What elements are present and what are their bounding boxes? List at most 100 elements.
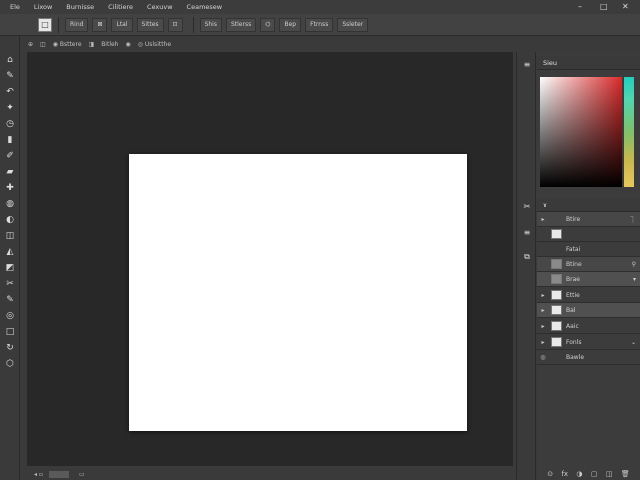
- option-button-4[interactable]: Sittes: [136, 17, 164, 32]
- move-tool-icon[interactable]: ⌂: [4, 54, 16, 66]
- layer-row[interactable]: ▸ Fonls ⌄: [537, 335, 640, 350]
- layer-row[interactable]: ▸ Btire ⏋: [537, 212, 640, 227]
- canvas-workspace[interactable]: [27, 52, 513, 466]
- tab-item-4[interactable]: ◨: [89, 41, 95, 48]
- option-button-9[interactable]: Bep: [279, 17, 302, 32]
- menu-item-5[interactable]: Cexuvw: [140, 3, 180, 11]
- layer-name: Fatai: [566, 245, 581, 253]
- option-button-8[interactable]: ⌬: [260, 17, 276, 32]
- layer-row-selected[interactable]: Brae ▾: [537, 272, 640, 287]
- blur-tool-icon[interactable]: ◩: [4, 262, 16, 274]
- adjustments-icon[interactable]: ✂: [522, 202, 532, 212]
- document-tab-row: ⊕ ◫ ◉ Bsttere ◨ Bitleh ◉ ◎ Uslsitthe: [24, 37, 514, 51]
- type-tool-icon[interactable]: ◎: [4, 310, 16, 322]
- menu-item-6[interactable]: Ceamesew: [180, 3, 230, 11]
- tab-item-6[interactable]: ◉: [125, 41, 130, 48]
- panel-icon-strip: ≡ ✂ ≡ ⧉: [516, 52, 536, 480]
- shape-tool-icon[interactable]: □: [4, 326, 16, 338]
- close-icon[interactable]: ✕: [622, 2, 629, 11]
- crop-tool-icon[interactable]: ◷: [4, 118, 16, 130]
- history-brush-tool-icon[interactable]: ◐: [4, 214, 16, 226]
- layer-thumbnail: [551, 305, 562, 315]
- option-button-2[interactable]: ⊠: [92, 17, 108, 32]
- layer-name: Brae: [566, 275, 580, 283]
- option-button-6[interactable]: Shis: [199, 17, 222, 32]
- tab-item-3[interactable]: ◉ Bsttere: [53, 41, 82, 48]
- option-button-1[interactable]: Rind: [65, 17, 89, 32]
- layer-row[interactable]: Fatai: [537, 242, 640, 257]
- gradient-tool-icon[interactable]: ◭: [4, 246, 16, 258]
- visibility-icon[interactable]: ▸: [539, 323, 547, 330]
- lock-icon: ⏋: [629, 216, 636, 224]
- color-panel-title: Sieu: [543, 58, 558, 67]
- properties-icon[interactable]: ≡: [522, 228, 532, 238]
- layer-row[interactable]: ▸ Bal: [537, 303, 640, 318]
- healing-tool-icon[interactable]: ▰: [4, 166, 16, 178]
- layer-name: Fonls: [566, 338, 582, 346]
- layer-thumbnail: [551, 244, 562, 254]
- layer-thumbnail: [551, 259, 562, 269]
- rotate-view-tool-icon[interactable]: ↻: [4, 342, 16, 354]
- option-button-7[interactable]: Stlerss: [225, 17, 257, 32]
- hue-slider[interactable]: [624, 77, 634, 187]
- add-mask-icon[interactable]: ▢: [591, 470, 598, 478]
- panel-menu-icon[interactable]: ≡: [522, 60, 532, 70]
- layer-style-icon[interactable]: fx: [561, 470, 568, 478]
- option-button-10[interactable]: Ftrnss: [305, 17, 334, 32]
- lasso-tool-icon[interactable]: ↶: [4, 86, 16, 98]
- maximize-icon[interactable]: □: [600, 2, 608, 11]
- visibility-icon[interactable]: ▸: [539, 292, 547, 299]
- layer-row[interactable]: [537, 227, 640, 242]
- marquee-tool-icon[interactable]: ✎: [4, 70, 16, 82]
- visibility-icon[interactable]: ◎: [539, 354, 547, 361]
- option-button-3[interactable]: Ltal: [111, 17, 133, 32]
- stamp-tool-icon[interactable]: ◍: [4, 198, 16, 210]
- visibility-icon[interactable]: ▸: [539, 216, 547, 223]
- zoom-field[interactable]: [49, 470, 69, 478]
- tab-item-5[interactable]: Bitleh: [101, 41, 118, 48]
- hand-tool-icon[interactable]: ⬡: [4, 358, 16, 370]
- right-panels: Sieu ɤ ▸ Btire ⏋ Fatai Btine ⚲ Brae ▾ ▸ …: [537, 52, 640, 480]
- brush-tool-icon[interactable]: ✚: [4, 182, 16, 194]
- eraser-tool-icon[interactable]: ◫: [4, 230, 16, 242]
- tool-preset-picker[interactable]: □: [38, 17, 52, 32]
- visibility-icon[interactable]: ▸: [539, 307, 547, 314]
- layer-row[interactable]: ▸ Ettie: [537, 288, 640, 303]
- new-layer-icon[interactable]: ◫: [606, 470, 613, 478]
- document-canvas[interactable]: [129, 154, 467, 431]
- layer-row[interactable]: ◎ Bawle: [537, 350, 640, 365]
- eyedropper-tool-icon[interactable]: ✐: [4, 150, 16, 162]
- tools-panel: ⌂ ✎ ↶ ✦ ◷ ▮ ✐ ▰ ✚ ◍ ◐ ◫ ◭ ◩ ✂ ✎ ◎ □ ↻ ⬡: [0, 36, 20, 480]
- minimize-icon[interactable]: –: [578, 2, 582, 11]
- layer-name: Aaic: [566, 322, 579, 330]
- layer-name: Btine: [566, 260, 582, 268]
- dodge-tool-icon[interactable]: ✂: [4, 278, 16, 290]
- lock-icon: ▾: [632, 275, 636, 283]
- layer-row[interactable]: Btine ⚲: [537, 257, 640, 272]
- divider: [192, 16, 194, 33]
- layer-thumbnail: [551, 274, 562, 284]
- link-layers-icon[interactable]: ⊙: [547, 470, 553, 478]
- layers-panel-footer: ⊙ fx ◑ ▢ ◫ 🗑: [537, 468, 640, 480]
- color-panel-header: Sieu: [537, 56, 640, 70]
- layer-row[interactable]: ▸ Aaic: [537, 319, 640, 334]
- magic-wand-tool-icon[interactable]: ✦: [4, 102, 16, 114]
- tab-item-7[interactable]: ◎ Uslsitthe: [138, 41, 171, 48]
- frame-tool-icon[interactable]: ▮: [4, 134, 16, 146]
- color-picker-field[interactable]: [540, 77, 622, 187]
- layers-icon[interactable]: ⧉: [522, 252, 532, 262]
- status-bar: ◂ ▫ ▭: [24, 468, 514, 480]
- menu-item-2[interactable]: Lixow: [27, 3, 59, 11]
- layer-thumbnail: [551, 321, 562, 331]
- menu-item-1[interactable]: Ele: [3, 3, 27, 11]
- trash-icon[interactable]: 🗑: [621, 470, 630, 478]
- tab-item-2[interactable]: ◫: [40, 41, 46, 48]
- menu-item-3[interactable]: Burnisse: [59, 3, 101, 11]
- tab-item-1[interactable]: ⊕: [28, 41, 33, 48]
- visibility-icon[interactable]: ▸: [539, 339, 547, 346]
- menu-item-4[interactable]: Cilitiere: [101, 3, 140, 11]
- adjustment-layer-icon[interactable]: ◑: [576, 470, 582, 478]
- option-button-5[interactable]: ⊡: [167, 17, 183, 32]
- pen-tool-icon[interactable]: ✎: [4, 294, 16, 306]
- option-button-11[interactable]: Ssleter: [337, 17, 369, 32]
